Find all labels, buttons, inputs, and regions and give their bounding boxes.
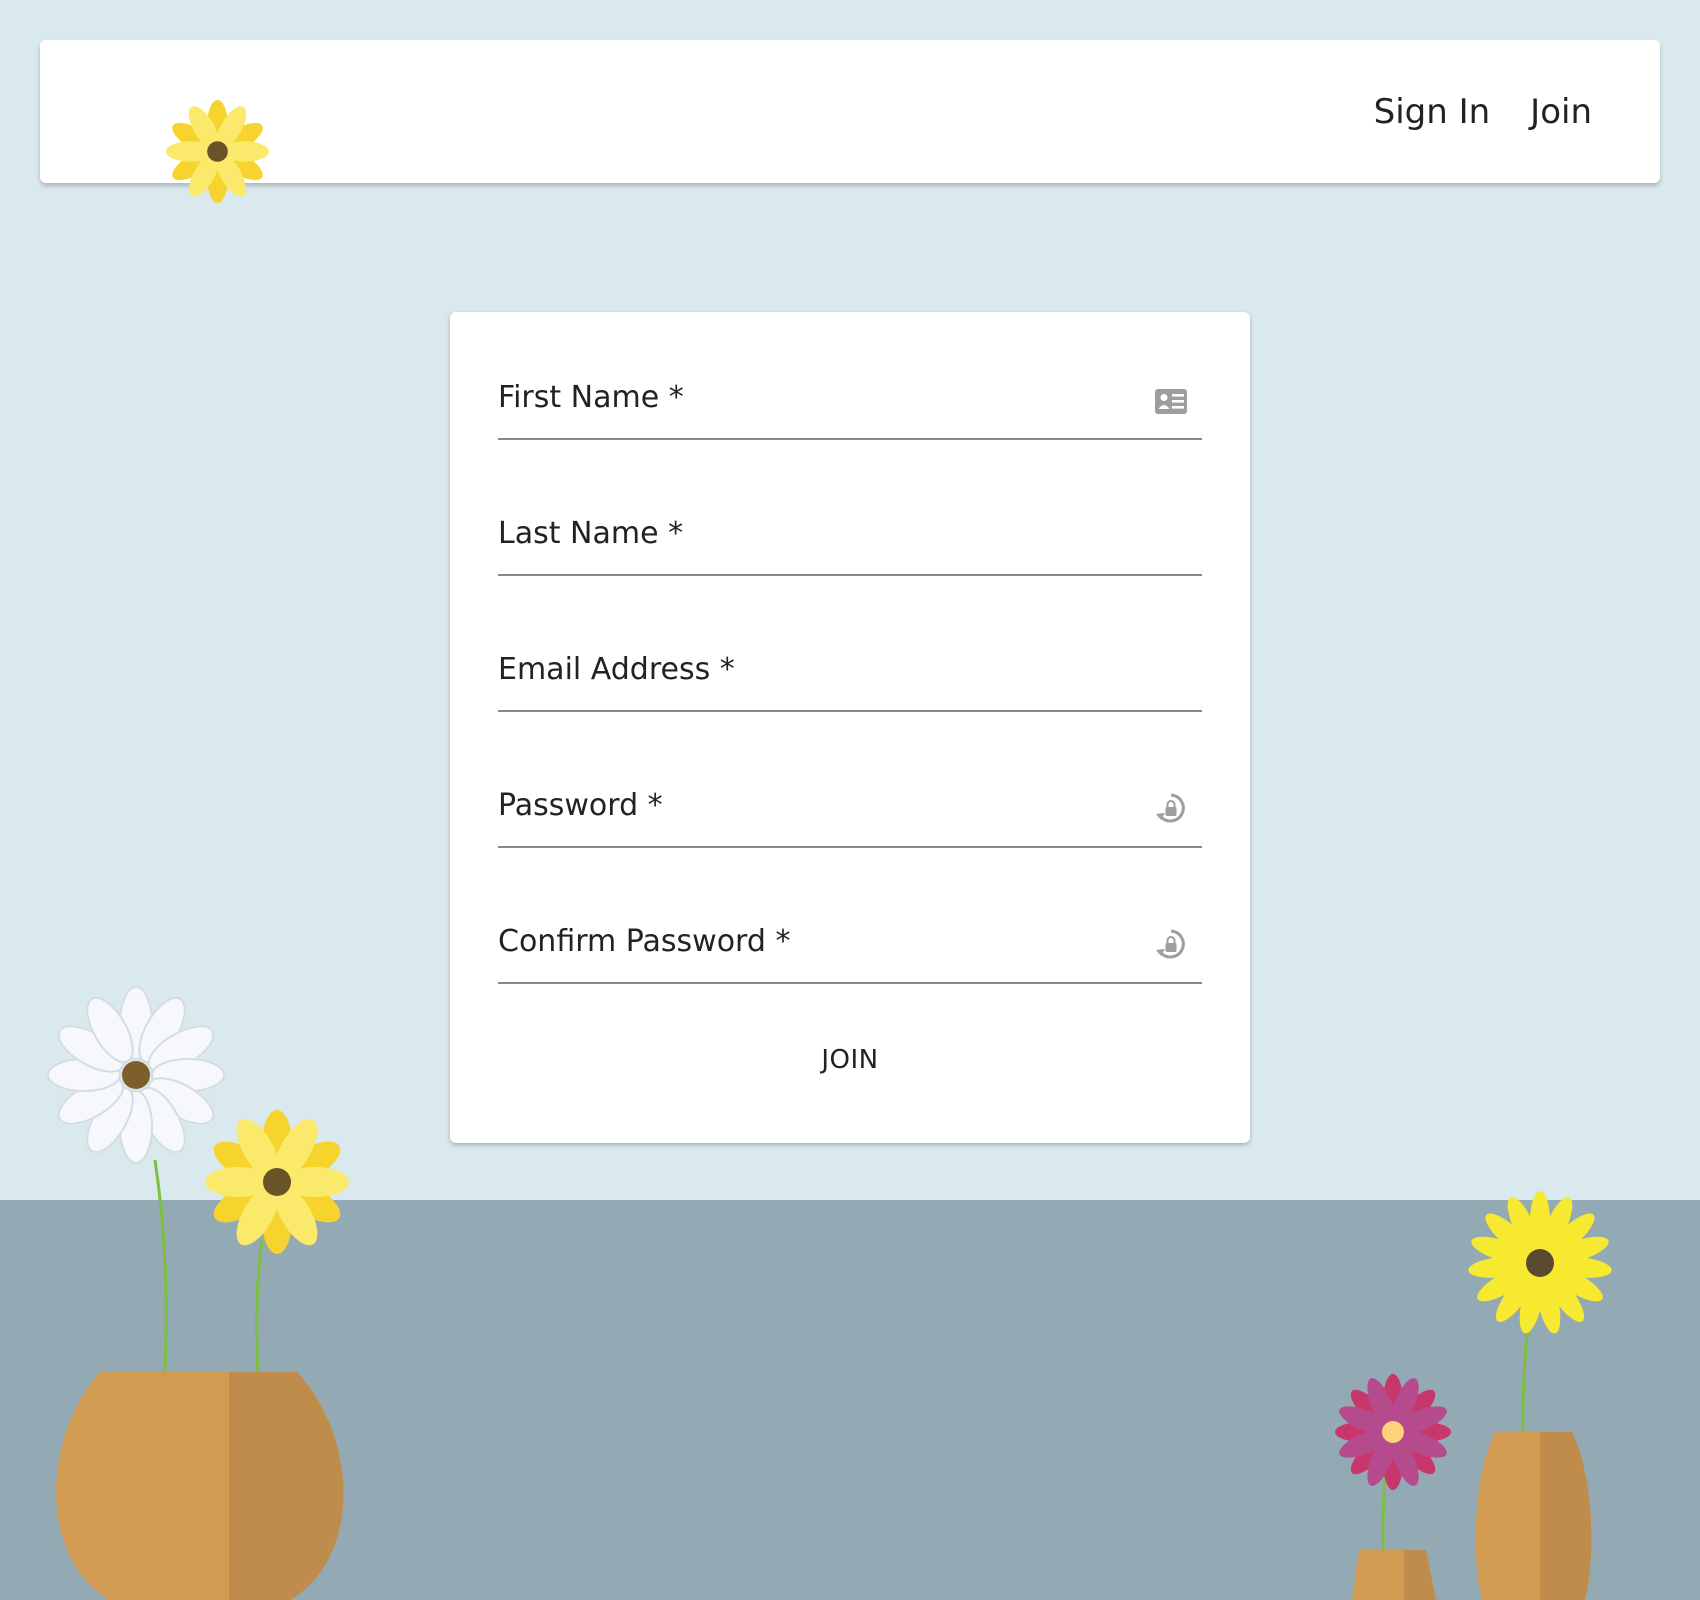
first-name-input[interactable] bbox=[498, 360, 1202, 448]
lock-refresh-icon bbox=[1156, 929, 1185, 959]
password-underline bbox=[498, 846, 1202, 848]
last-name-field[interactable]: Last Name * bbox=[498, 496, 1202, 586]
confirm-password-field[interactable]: Confirm Password * bbox=[498, 904, 1202, 994]
white-daisy-icon bbox=[47, 986, 225, 1164]
first-name-field[interactable]: First Name * bbox=[498, 360, 1202, 450]
join-link[interactable]: Join bbox=[1530, 92, 1592, 132]
confirm-password-underline bbox=[498, 982, 1202, 984]
page: Sign In Join First Name * Last Name * Em… bbox=[0, 0, 1700, 1600]
email-field[interactable]: Email Address * bbox=[498, 632, 1202, 722]
lock-refresh-icon bbox=[1156, 793, 1185, 823]
floor-background bbox=[0, 1200, 1700, 1600]
sunflower-icon[interactable] bbox=[160, 100, 275, 203]
confirm-password-input[interactable] bbox=[498, 904, 1202, 992]
nav-links: Sign In Join bbox=[1374, 40, 1592, 183]
join-form-card: First Name * Last Name * Email Address * bbox=[450, 312, 1250, 1143]
join-button[interactable]: JOIN bbox=[770, 1032, 930, 1088]
last-name-input[interactable] bbox=[498, 496, 1202, 584]
contact-card-icon bbox=[1155, 389, 1187, 414]
email-input[interactable] bbox=[498, 632, 1202, 720]
navbar: Sign In Join bbox=[40, 40, 1660, 203]
last-name-underline bbox=[498, 574, 1202, 576]
first-name-underline bbox=[498, 438, 1202, 440]
sign-in-link[interactable]: Sign In bbox=[1374, 92, 1491, 132]
email-underline bbox=[498, 710, 1202, 712]
password-field[interactable]: Password * bbox=[498, 768, 1202, 858]
password-input[interactable] bbox=[498, 768, 1202, 856]
